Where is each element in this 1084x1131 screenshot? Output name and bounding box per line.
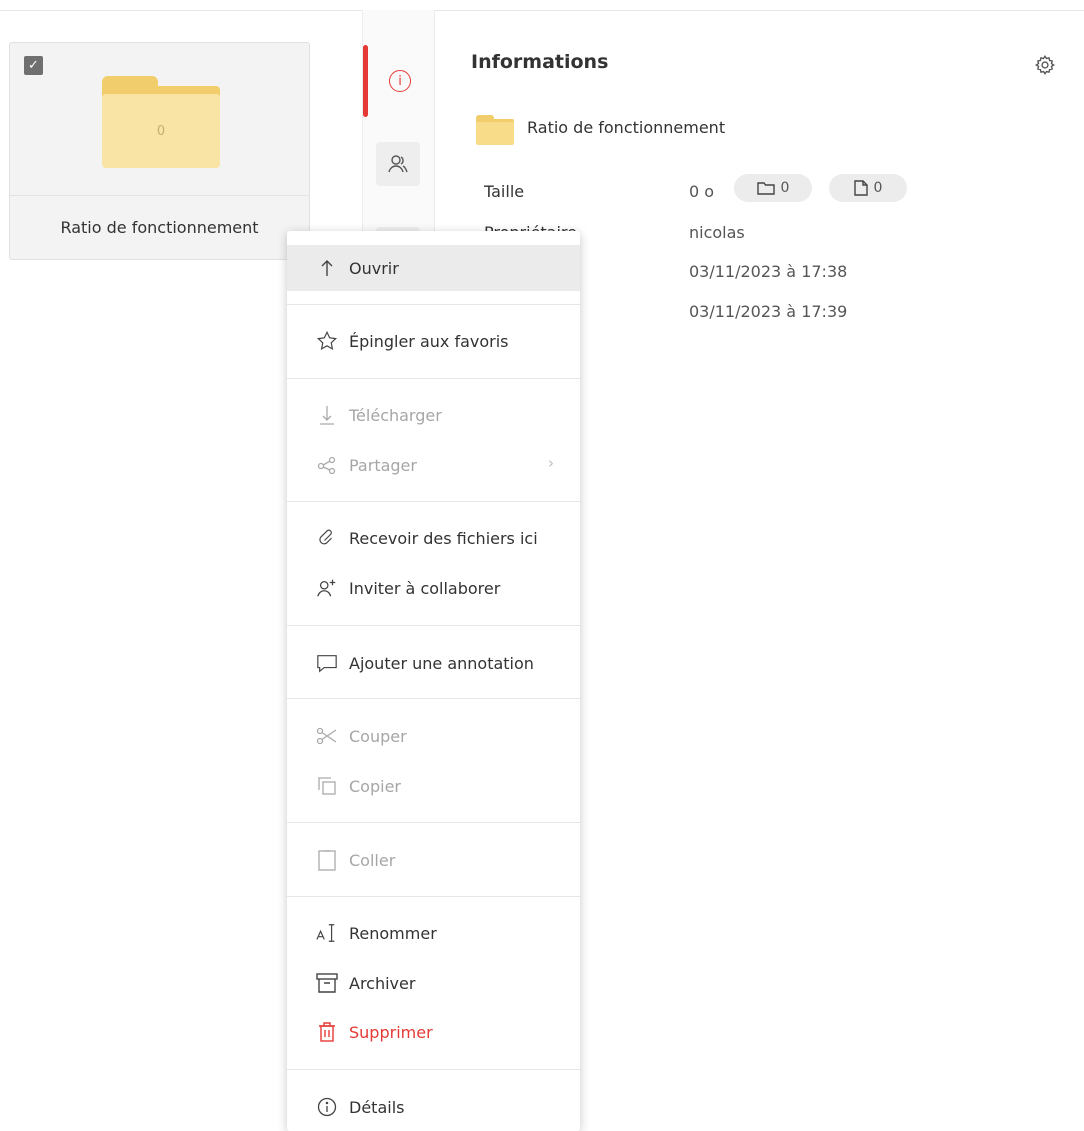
folder-icon: 0 <box>102 76 220 168</box>
scissors-icon <box>316 725 338 747</box>
menu-separator <box>287 698 580 699</box>
download-icon <box>316 404 338 426</box>
menu-separator <box>287 822 580 823</box>
select-checkbox[interactable]: ✓ <box>24 56 43 75</box>
clipboard-icon <box>316 849 338 871</box>
archive-icon <box>316 972 338 994</box>
menu-item-archive[interactable]: Archiver <box>287 960 580 1006</box>
menu-item-paste[interactable]: Coller <box>287 837 580 883</box>
menu-item-invite-collaborate[interactable]: Inviter à collaborer <box>287 565 580 611</box>
copy-icon <box>316 775 338 797</box>
info-circle-icon <box>316 1096 338 1118</box>
menu-item-delete[interactable]: Supprimer <box>287 1009 580 1055</box>
file-pill-icon <box>853 180 868 196</box>
menu-separator <box>287 501 580 502</box>
comment-icon <box>316 652 338 674</box>
menu-item-add-annotation[interactable]: Ajouter une annotation <box>287 640 580 686</box>
menu-separator <box>287 304 580 305</box>
folder-card[interactable]: ✓ 0 Ratio de fonctionnement <box>9 42 310 260</box>
share-icon <box>316 454 338 476</box>
files-count-badge: 0 <box>829 174 907 202</box>
menu-item-copy[interactable]: Copier <box>287 763 580 809</box>
folders-count-badge: 0 <box>734 174 812 202</box>
add-user-icon <box>316 577 338 599</box>
active-tab-indicator <box>363 45 368 117</box>
menu-separator <box>287 896 580 897</box>
context-menu: Ouvrir Épingler aux favoris Télécharger … <box>287 231 580 1131</box>
check-icon: ✓ <box>28 58 39 73</box>
chevron-right-icon: › <box>548 454 554 472</box>
panel-title: Informations <box>471 51 609 73</box>
menu-separator <box>287 1069 580 1070</box>
share-people-icon[interactable] <box>376 142 420 186</box>
panel-folder-name: Ratio de fonctionnement <box>527 118 726 137</box>
menu-item-open[interactable]: Ouvrir <box>287 245 580 291</box>
size-value: 0 o <box>689 182 715 201</box>
menu-item-receive-files[interactable]: Recevoir des fichiers ici <box>287 515 580 561</box>
created-value: 03/11/2023 à 17:38 <box>689 262 848 281</box>
folder-item-count: 0 <box>156 123 166 139</box>
menu-separator <box>287 625 580 626</box>
link-icon <box>316 527 338 549</box>
folder-name[interactable]: Ratio de fonctionnement <box>10 195 309 259</box>
modified-value: 03/11/2023 à 17:39 <box>689 302 848 321</box>
info-icon[interactable]: i <box>389 70 411 92</box>
menu-item-share[interactable]: Partager › <box>287 442 580 488</box>
menu-item-download[interactable]: Télécharger <box>287 392 580 438</box>
trash-icon <box>316 1021 338 1043</box>
folder-pill-icon <box>756 182 775 195</box>
owner-value: nicolas <box>689 223 745 242</box>
rename-icon <box>316 922 338 944</box>
menu-item-rename[interactable]: Renommer <box>287 910 580 956</box>
gear-icon[interactable] <box>1034 54 1056 76</box>
arrow-up-icon <box>316 257 338 279</box>
menu-item-cut[interactable]: Couper <box>287 713 580 759</box>
menu-item-pin-favorites[interactable]: Épingler aux favoris <box>287 318 580 364</box>
folder-thumbnail[interactable]: ✓ 0 <box>10 43 309 196</box>
menu-separator <box>287 378 580 379</box>
size-label: Taille <box>484 182 525 201</box>
menu-item-details[interactable]: Détails <box>287 1084 580 1130</box>
folder-icon <box>476 115 514 145</box>
star-icon <box>316 330 338 352</box>
